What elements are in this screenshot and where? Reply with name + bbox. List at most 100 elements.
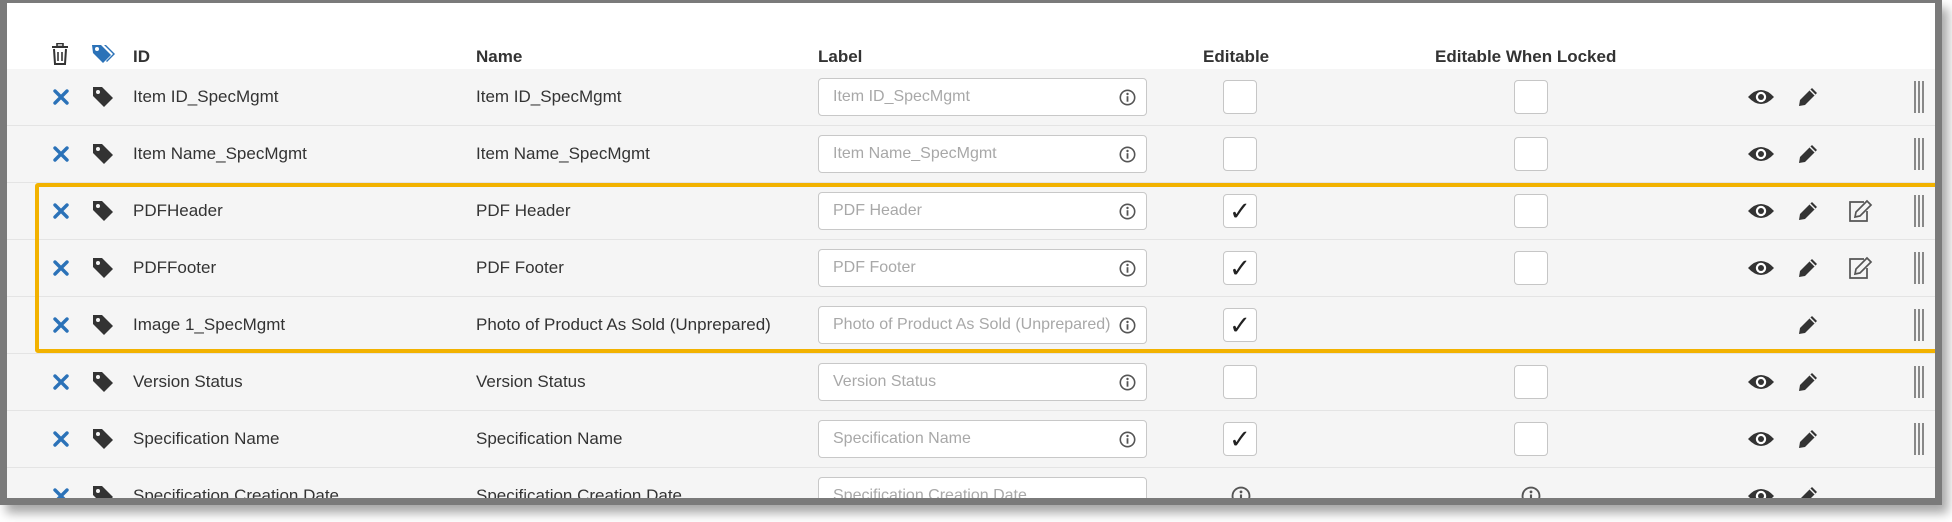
label-placeholder: Specification Name: [833, 430, 971, 447]
table-row: Version Status Version Status Version St…: [7, 354, 1935, 411]
label-input[interactable]: PDF Footer: [818, 249, 1147, 287]
row-name: Specification Name: [476, 429, 623, 448]
editable-checkbox[interactable]: ✓: [1223, 194, 1257, 228]
info-icon[interactable]: [1119, 260, 1136, 282]
eye-icon[interactable]: [1747, 145, 1775, 168]
editable-checkbox[interactable]: [1223, 80, 1257, 114]
close-icon[interactable]: [53, 146, 69, 167]
label-input[interactable]: PDF Header: [818, 192, 1147, 230]
label-placeholder: PDF Footer: [833, 259, 916, 276]
label-placeholder: Specification Creation Date: [833, 487, 1027, 504]
pencil-icon[interactable]: [1797, 86, 1819, 113]
tag-icon: [92, 485, 114, 498]
header-editable-when-locked[interactable]: Editable When Locked: [1435, 47, 1616, 67]
label-input[interactable]: Item ID_SpecMgmt: [818, 78, 1147, 116]
row-id: PDFFooter: [133, 258, 217, 277]
label-input[interactable]: Version Status: [818, 363, 1147, 401]
info-icon[interactable]: [1119, 317, 1136, 339]
drag-handle-icon[interactable]: [1913, 195, 1925, 232]
pencil-icon[interactable]: [1797, 371, 1819, 398]
row-id: Image 1_SpecMgmt: [133, 315, 286, 334]
eye-icon[interactable]: [1747, 430, 1775, 453]
header-name[interactable]: Name: [476, 47, 522, 67]
header-id[interactable]: ID: [133, 47, 150, 67]
label-input[interactable]: Photo of Product As Sold (Unprepared): [818, 306, 1147, 344]
pencil-icon[interactable]: [1797, 200, 1819, 227]
editable-when-locked-checkbox[interactable]: [1514, 137, 1548, 171]
close-icon[interactable]: [53, 203, 69, 224]
close-icon[interactable]: [53, 431, 69, 452]
pencil-icon[interactable]: [1797, 257, 1819, 284]
tag-icon: [92, 86, 114, 113]
close-icon[interactable]: [53, 89, 69, 110]
editable-when-locked-checkbox[interactable]: [1514, 80, 1548, 114]
info-icon[interactable]: [1231, 486, 1251, 498]
drag-handle-icon[interactable]: [1913, 252, 1925, 289]
drag-handle-icon[interactable]: [1913, 81, 1925, 118]
tag-icon: [92, 371, 114, 398]
info-icon[interactable]: [1119, 89, 1136, 111]
label-placeholder: Item Name_SpecMgmt: [833, 145, 997, 162]
drag-handle-icon[interactable]: [1913, 366, 1925, 403]
tag-icon: [92, 257, 114, 284]
row-name: Version Status: [476, 372, 586, 391]
pencil-icon[interactable]: [1797, 428, 1819, 455]
edit-note-icon[interactable]: [1847, 256, 1873, 285]
row-name: Specification Creation Date: [476, 486, 683, 505]
table-row: PDFFooter PDF Footer PDF Footer ✓: [7, 240, 1935, 297]
row-id: Specification Creation Date: [133, 486, 340, 505]
editable-checkbox[interactable]: [1223, 365, 1257, 399]
info-icon[interactable]: [1521, 486, 1541, 498]
row-name: Item ID_SpecMgmt: [476, 87, 622, 106]
editable-checkbox[interactable]: [1223, 137, 1257, 171]
pencil-icon[interactable]: [1797, 143, 1819, 170]
editable-checkbox[interactable]: ✓: [1223, 251, 1257, 285]
info-icon[interactable]: [1119, 374, 1136, 396]
drag-handle-icon[interactable]: [1913, 423, 1925, 460]
eye-icon[interactable]: [1747, 259, 1775, 282]
header-editable[interactable]: Editable: [1203, 47, 1269, 67]
row-name: PDF Header: [476, 201, 571, 220]
editable-when-locked-checkbox[interactable]: [1514, 422, 1548, 456]
tag-icon: [92, 428, 114, 455]
tag-icon[interactable]: [91, 43, 117, 70]
info-icon[interactable]: [1119, 146, 1136, 168]
close-icon[interactable]: [53, 374, 69, 395]
row-id: Item Name_SpecMgmt: [133, 144, 307, 163]
info-icon[interactable]: [1119, 203, 1136, 225]
close-icon[interactable]: [53, 488, 69, 498]
drag-handle-icon[interactable]: [1913, 138, 1925, 175]
close-icon[interactable]: [53, 317, 69, 338]
label-input[interactable]: Specification Creation Date: [818, 477, 1147, 504]
info-icon[interactable]: [1119, 431, 1136, 453]
pencil-icon[interactable]: [1797, 314, 1819, 341]
eye-icon[interactable]: [1747, 88, 1775, 111]
tag-icon: [92, 143, 114, 170]
editable-when-locked-checkbox[interactable]: [1514, 251, 1548, 285]
table-row: Image 1_SpecMgmt Photo of Product As Sol…: [7, 297, 1935, 354]
header-label[interactable]: Label: [818, 47, 862, 67]
eye-icon[interactable]: [1747, 373, 1775, 396]
editable-when-locked-checkbox[interactable]: [1514, 194, 1548, 228]
label-input[interactable]: Specification Name: [818, 420, 1147, 458]
table-row: Item ID_SpecMgmt Item ID_SpecMgmt Item I…: [7, 69, 1935, 126]
eye-icon[interactable]: [1747, 202, 1775, 225]
pencil-icon[interactable]: [1797, 485, 1819, 498]
close-icon[interactable]: [53, 260, 69, 281]
edit-note-icon[interactable]: [1847, 199, 1873, 228]
editable-checkbox[interactable]: ✓: [1223, 308, 1257, 342]
table-row: Specification Creation Date Specificatio…: [7, 468, 1935, 505]
tag-icon: [92, 200, 114, 227]
trash-icon[interactable]: [51, 42, 69, 70]
label-placeholder: Item ID_SpecMgmt: [833, 88, 970, 105]
label-placeholder: PDF Header: [833, 202, 922, 219]
eye-icon[interactable]: [1747, 487, 1775, 498]
row-id: Version Status: [133, 372, 243, 391]
editable-when-locked-checkbox[interactable]: [1514, 365, 1548, 399]
editable-checkbox[interactable]: ✓: [1223, 422, 1257, 456]
screenshot-frame: ID Name Label Editable Editable When Loc…: [0, 0, 1942, 505]
drag-handle-icon[interactable]: [1913, 309, 1925, 346]
label-input[interactable]: Item Name_SpecMgmt: [818, 135, 1147, 173]
row-id: PDFHeader: [133, 201, 223, 220]
row-id: Item ID_SpecMgmt: [133, 87, 279, 106]
